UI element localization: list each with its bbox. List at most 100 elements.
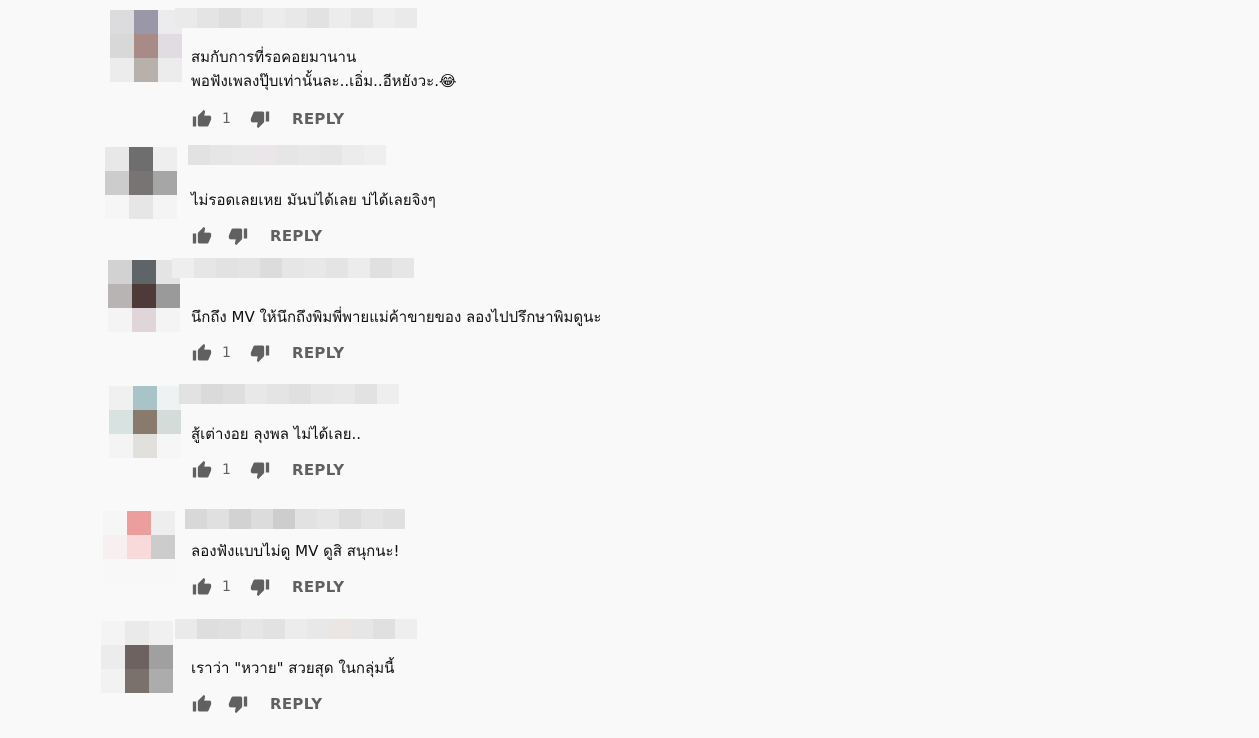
- author-name-redacted[interactable]: [175, 619, 417, 639]
- avatar[interactable]: [110, 10, 182, 82]
- avatar-pixel: [158, 34, 182, 58]
- like-button[interactable]: [190, 575, 214, 599]
- avatar-pixel: [157, 434, 181, 458]
- author-pixel: [285, 8, 307, 28]
- like-button[interactable]: [190, 341, 214, 365]
- author-pixel: [355, 384, 377, 404]
- avatar[interactable]: [105, 147, 177, 219]
- comment-text-line: สู้เต่างอย ลุงพล ไม่ได้เลย..: [191, 425, 362, 443]
- dislike-button[interactable]: [226, 224, 250, 248]
- avatar[interactable]: [108, 260, 180, 332]
- comment-actions: 1 REPLY: [190, 575, 344, 599]
- author-pixel: [238, 258, 260, 278]
- avatar-pixel: [109, 434, 133, 458]
- avatar-pixel: [127, 511, 151, 535]
- author-pixel: [307, 8, 329, 28]
- avatar-pixel: [103, 535, 127, 559]
- author-pixel: [188, 145, 210, 165]
- comment-text-line: ลองฟังแบบไม่ดู MV ดูสิ สนุกนะ!: [191, 542, 400, 560]
- avatar-pixel: [127, 535, 151, 559]
- avatar-pixel: [153, 147, 177, 171]
- avatar[interactable]: [101, 621, 173, 693]
- comment-text-line: เราว่า "หวาย" สวยสุด ในกลุ่มนี้: [191, 659, 395, 677]
- avatar-pixel: [110, 10, 134, 34]
- dislike-button[interactable]: [248, 575, 272, 599]
- author-pixel: [395, 8, 417, 28]
- author-name-redacted[interactable]: [185, 509, 405, 529]
- author-pixel: [311, 384, 333, 404]
- author-pixel: [348, 258, 370, 278]
- author-pixel: [207, 509, 229, 529]
- author-name-redacted[interactable]: [188, 145, 386, 165]
- comment-actions: REPLY: [190, 692, 322, 716]
- author-pixel: [267, 384, 289, 404]
- like-button[interactable]: [190, 692, 214, 716]
- author-pixel: [260, 258, 282, 278]
- author-pixel: [185, 509, 207, 529]
- author-pixel: [175, 8, 197, 28]
- thumbs-up-icon: [192, 577, 212, 595]
- author-name-redacted[interactable]: [179, 384, 399, 404]
- comment-text: สมกับการที่รอคอยมานาน พอฟังเพลงปุ๊บเท่านั…: [191, 45, 457, 93]
- avatar[interactable]: [109, 386, 181, 458]
- author-pixel: [197, 8, 219, 28]
- reply-button[interactable]: REPLY: [292, 344, 344, 362]
- author-pixel: [304, 258, 326, 278]
- avatar-pixel: [151, 535, 175, 559]
- author-pixel: [201, 384, 223, 404]
- avatar-pixel: [151, 511, 175, 535]
- avatar-pixel: [101, 645, 125, 669]
- comment-text: ลองฟังแบบไม่ดู MV ดูสิ สนุกนะ!: [191, 539, 400, 563]
- avatar-pixel: [129, 147, 153, 171]
- author-pixel: [276, 145, 298, 165]
- avatar-pixel: [156, 308, 180, 332]
- reply-button[interactable]: REPLY: [292, 461, 344, 479]
- thumbs-up-icon: [192, 694, 212, 712]
- like-button[interactable]: [190, 107, 214, 131]
- dislike-button[interactable]: [248, 458, 272, 482]
- like-button[interactable]: [190, 458, 214, 482]
- author-pixel: [210, 145, 232, 165]
- like-count: 1: [222, 111, 231, 127]
- like-button[interactable]: [190, 224, 214, 248]
- author-pixel: [172, 258, 194, 278]
- comment-thread: สมกับการที่รอคอยมานาน พอฟังเพลงปุ๊บเท่านั…: [100, 8, 800, 133]
- avatar-pixel: [125, 645, 149, 669]
- author-name-redacted[interactable]: [172, 258, 414, 278]
- reply-button[interactable]: REPLY: [270, 227, 322, 245]
- author-pixel: [307, 619, 329, 639]
- like-count: 1: [222, 345, 231, 361]
- avatar-pixel: [149, 645, 173, 669]
- avatar-pixel: [134, 10, 158, 34]
- reply-button[interactable]: REPLY: [292, 110, 344, 128]
- comments-section: สมกับการที่รอคอยมานาน พอฟังเพลงปุ๊บเท่านั…: [0, 0, 1259, 738]
- author-name-redacted[interactable]: [175, 8, 417, 28]
- comment-text: เราว่า "หวาย" สวยสุด ในกลุ่มนี้: [191, 656, 394, 680]
- author-pixel: [254, 145, 276, 165]
- author-pixel: [245, 384, 267, 404]
- reply-button[interactable]: REPLY: [292, 578, 344, 596]
- avatar[interactable]: [103, 511, 175, 583]
- like-count: 1: [222, 579, 231, 595]
- author-pixel: [339, 509, 361, 529]
- dislike-button[interactable]: [248, 107, 272, 131]
- avatar-pixel: [108, 260, 132, 284]
- dislike-button[interactable]: [226, 692, 250, 716]
- avatar-pixel: [108, 308, 132, 332]
- author-pixel: [383, 509, 405, 529]
- avatar-pixel: [153, 195, 177, 219]
- comment-text: นึกถึง MV ให้นึกถึงพิมพี่พายแม่ค้าขายของ…: [191, 305, 601, 329]
- author-pixel: [317, 509, 339, 529]
- author-pixel: [179, 384, 201, 404]
- reply-button[interactable]: REPLY: [270, 695, 322, 713]
- comment-text-line: ไม่รอดเลยเหย มันบ่ได้เลย บ่ได้เลยจิงๆ: [191, 191, 436, 209]
- author-pixel: [351, 8, 373, 28]
- comment-actions: 1 REPLY: [190, 107, 344, 131]
- thumbs-up-icon: [192, 226, 212, 244]
- dislike-button[interactable]: [248, 341, 272, 365]
- comment-thread: ไม่รอดเลยเหย มันบ่ได้เลย บ่ได้เลยจิงๆ REP…: [100, 145, 800, 250]
- comment-text-line: พอฟังเพลงปุ๊บเท่านั้นละ..เอิ่ม..อีหยังวะ…: [191, 72, 457, 90]
- author-pixel: [329, 8, 351, 28]
- comment-actions: 1 REPLY: [190, 458, 344, 482]
- author-pixel: [223, 384, 245, 404]
